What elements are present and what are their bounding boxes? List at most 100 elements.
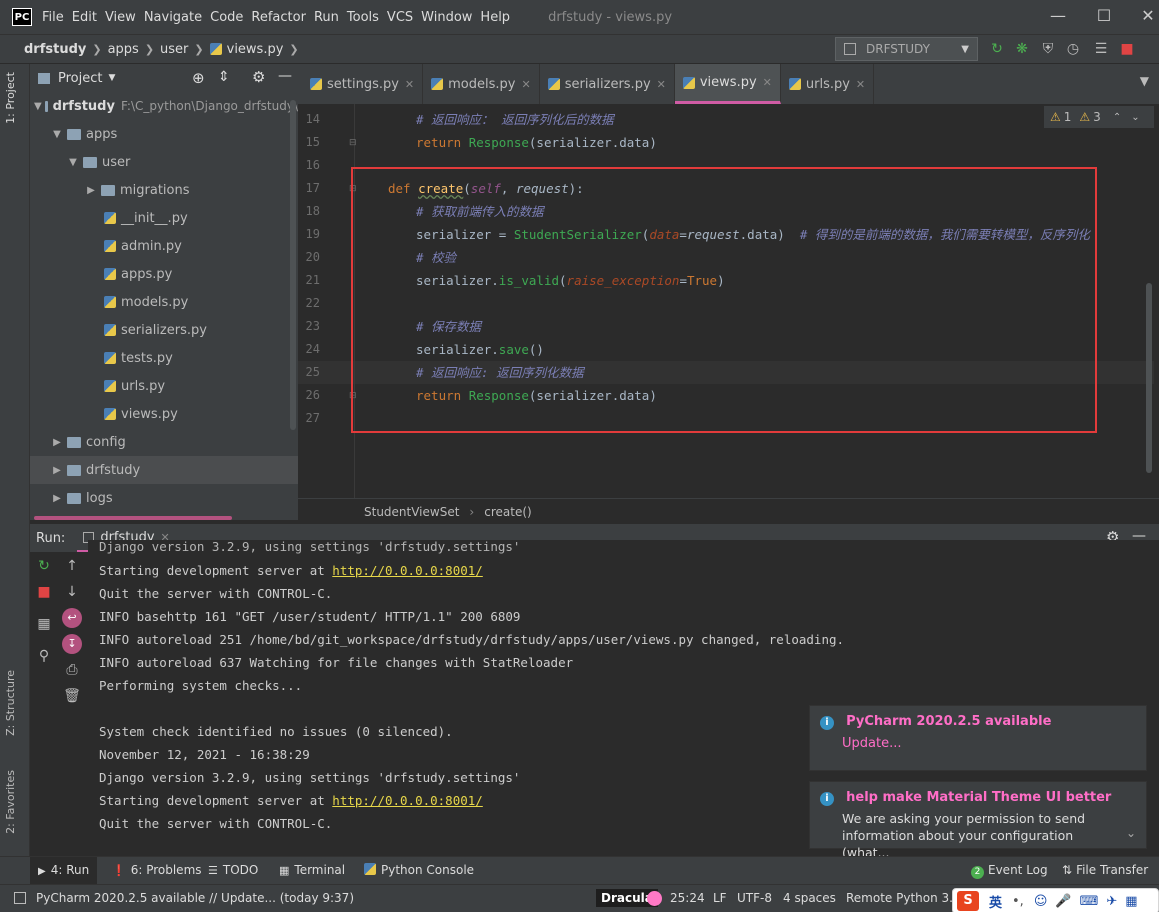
minimize-icon[interactable]: — xyxy=(1048,6,1068,26)
server-link[interactable]: http://0.0.0.0:8001/ xyxy=(332,793,483,808)
scroll-to-end-icon[interactable]: ↧ xyxy=(62,634,82,654)
tree-file-models[interactable]: models.py xyxy=(30,288,298,316)
close-icon[interactable]: ✕ xyxy=(1138,6,1158,26)
interpreter-selector[interactable]: Remote Python 3.6 xyxy=(846,891,961,905)
arrow-up-icon[interactable]: ↑ xyxy=(62,556,82,576)
arrow-down-icon[interactable]: ↓ xyxy=(62,582,82,602)
tree-item-logs[interactable]: ▶ logs xyxy=(30,484,298,512)
chevron-down-icon[interactable]: ⌄ xyxy=(1126,826,1136,840)
inspection-widget[interactable]: ⚠ 1 ⚠ 3 ⌃ ⌄ xyxy=(1044,106,1154,128)
project-scrollbar[interactable] xyxy=(290,100,296,430)
tree-file-init[interactable]: __init__.py xyxy=(30,204,298,232)
menu-tools[interactable]: Tools xyxy=(347,10,379,25)
close-tab-icon[interactable]: ✕ xyxy=(763,76,772,89)
project-tool-tab[interactable]: 1: Project xyxy=(4,72,17,124)
tab-settings[interactable]: settings.py ✕ xyxy=(298,64,424,104)
emoji-icon[interactable]: ☺ xyxy=(1034,894,1048,909)
breadcrumb-class[interactable]: StudentViewSet xyxy=(364,505,459,519)
chevron-up-icon[interactable]: ⌃ xyxy=(1113,112,1121,123)
rerun-icon[interactable]: ↻ xyxy=(988,40,1006,58)
tree-item-apps[interactable]: ▼ apps xyxy=(30,120,298,148)
tree-item-drfstudy[interactable]: ▶ drfstudy xyxy=(30,456,298,484)
pin-icon[interactable]: ⚲ xyxy=(34,646,54,666)
close-tab-icon[interactable]: ✕ xyxy=(657,78,666,91)
trash-icon[interactable]: 🗑 xyxy=(62,686,82,706)
project-view-selector[interactable]: Project xyxy=(58,71,102,86)
gear-icon[interactable]: ⚙ xyxy=(252,68,265,86)
tree-file-apps[interactable]: apps.py xyxy=(30,260,298,288)
collapse-all-icon[interactable]: ⇕ xyxy=(218,69,230,85)
layout-icon[interactable]: ▦ xyxy=(34,614,54,634)
profile-icon[interactable]: ◷ xyxy=(1064,40,1082,58)
tab-views[interactable]: views.py ✕ xyxy=(674,64,781,104)
tree-item-user[interactable]: ▼ user xyxy=(30,148,298,176)
tab-serializers[interactable]: serializers.py ✕ xyxy=(540,64,675,104)
breadcrumb-method[interactable]: create() xyxy=(484,505,531,519)
breadcrumb-user[interactable]: user xyxy=(160,42,188,57)
stop-icon[interactable]: ■ xyxy=(34,582,54,602)
python-console-tool-button[interactable]: Python Console xyxy=(364,863,474,877)
microphone-icon[interactable]: 🎤 xyxy=(1055,894,1071,909)
menu-code[interactable]: Code xyxy=(210,10,243,25)
chevron-down-icon[interactable]: ▼ xyxy=(108,73,115,83)
print-icon[interactable]: ⎙ xyxy=(62,660,82,680)
breadcrumb-project[interactable]: drfstudy xyxy=(24,42,86,57)
punctuation-icon[interactable]: •, xyxy=(1012,894,1024,909)
menu-refactor[interactable]: Refactor xyxy=(251,10,306,25)
toggle-tool-windows-icon[interactable] xyxy=(14,892,26,904)
caret-position[interactable]: 25:24 xyxy=(670,891,705,905)
fold-marker-icon[interactable]: ⊟ xyxy=(349,138,357,148)
coverage-icon[interactable]: ⛨ xyxy=(1039,40,1057,58)
favorites-tool-tab[interactable]: 2: Favorites xyxy=(4,770,17,834)
close-tab-icon[interactable]: ✕ xyxy=(405,78,414,91)
tab-list-icon[interactable]: ▼ xyxy=(1140,74,1149,88)
ime-language[interactable]: 英 xyxy=(989,892,1002,911)
menu-view[interactable]: View xyxy=(105,10,136,25)
stop-icon[interactable]: ■ xyxy=(1118,40,1136,58)
terminal-tool-button[interactable]: ▦ Terminal xyxy=(279,863,345,877)
material-theme-notification[interactable]: i help make Material Theme UI better We … xyxy=(809,781,1147,860)
tree-item-config[interactable]: ▶ config xyxy=(30,428,298,456)
file-transfer-tool-button[interactable]: ⇅ File Transfer xyxy=(1062,863,1148,877)
toolbox-icon[interactable]: ▦ xyxy=(1125,894,1137,909)
line-separator[interactable]: LF xyxy=(713,891,727,905)
locate-icon[interactable]: ⊕ xyxy=(192,69,205,87)
tree-root[interactable]: ▼ drfstudy F:\C_python\Django_drfstudy\ xyxy=(30,92,298,120)
soft-wrap-icon[interactable]: ↩ xyxy=(62,608,82,628)
menu-edit[interactable]: Edit xyxy=(72,10,97,25)
menu-run[interactable]: Run xyxy=(314,10,339,25)
file-encoding[interactable]: UTF-8 xyxy=(737,891,772,905)
menu-help[interactable]: Help xyxy=(480,10,510,25)
menu-vcs[interactable]: VCS xyxy=(387,10,413,25)
status-message[interactable]: PyCharm 2020.2.5 available // Update... … xyxy=(36,891,354,905)
close-tab-icon[interactable]: ✕ xyxy=(856,78,865,91)
server-link[interactable]: http://0.0.0.0:8001/ xyxy=(332,563,483,578)
ime-toolbar[interactable]: S 英 •, ☺ 🎤 ⌨ ✈ ▦ xyxy=(952,888,1159,914)
tab-models[interactable]: models.py ✕ xyxy=(423,64,540,104)
hide-icon[interactable]: — xyxy=(278,68,292,84)
debug-icon[interactable]: ❋ xyxy=(1013,40,1031,58)
chevron-down-icon[interactable]: ⌄ xyxy=(1131,112,1139,123)
tree-item-migrations[interactable]: ▶ migrations xyxy=(30,176,298,204)
menu-window[interactable]: Window xyxy=(421,10,472,25)
tree-file-serializers[interactable]: serializers.py xyxy=(30,316,298,344)
rerun-icon[interactable]: ↻ xyxy=(34,556,54,576)
keyboard-icon[interactable]: ⌨ xyxy=(1080,894,1099,909)
tree-file-views[interactable]: views.py xyxy=(30,400,298,428)
maximize-icon[interactable]: ☐ xyxy=(1094,6,1114,26)
breadcrumb-apps[interactable]: apps xyxy=(108,42,139,57)
structure-tool-tab[interactable]: Z: Structure xyxy=(4,670,17,736)
problems-tool-button[interactable]: ❗ 6: Problems xyxy=(112,863,202,877)
run-tool-button[interactable]: ▶ 4: Run xyxy=(30,857,98,884)
tree-file-urls[interactable]: urls.py xyxy=(30,372,298,400)
menu-navigate[interactable]: Navigate xyxy=(144,10,202,25)
tree-file-tests[interactable]: tests.py xyxy=(30,344,298,372)
tree-file-admin[interactable]: admin.py xyxy=(30,232,298,260)
menu-file[interactable]: File xyxy=(42,10,64,25)
close-tab-icon[interactable]: ✕ xyxy=(521,78,530,91)
todo-tool-button[interactable]: ☰ TODO xyxy=(208,863,258,877)
skin-icon[interactable]: ✈ xyxy=(1106,894,1117,909)
horizontal-scrollbar[interactable] xyxy=(34,516,232,520)
event-log-tool-button[interactable]: 2 Event Log xyxy=(971,863,1048,879)
editor-scrollbar[interactable] xyxy=(1146,283,1152,473)
